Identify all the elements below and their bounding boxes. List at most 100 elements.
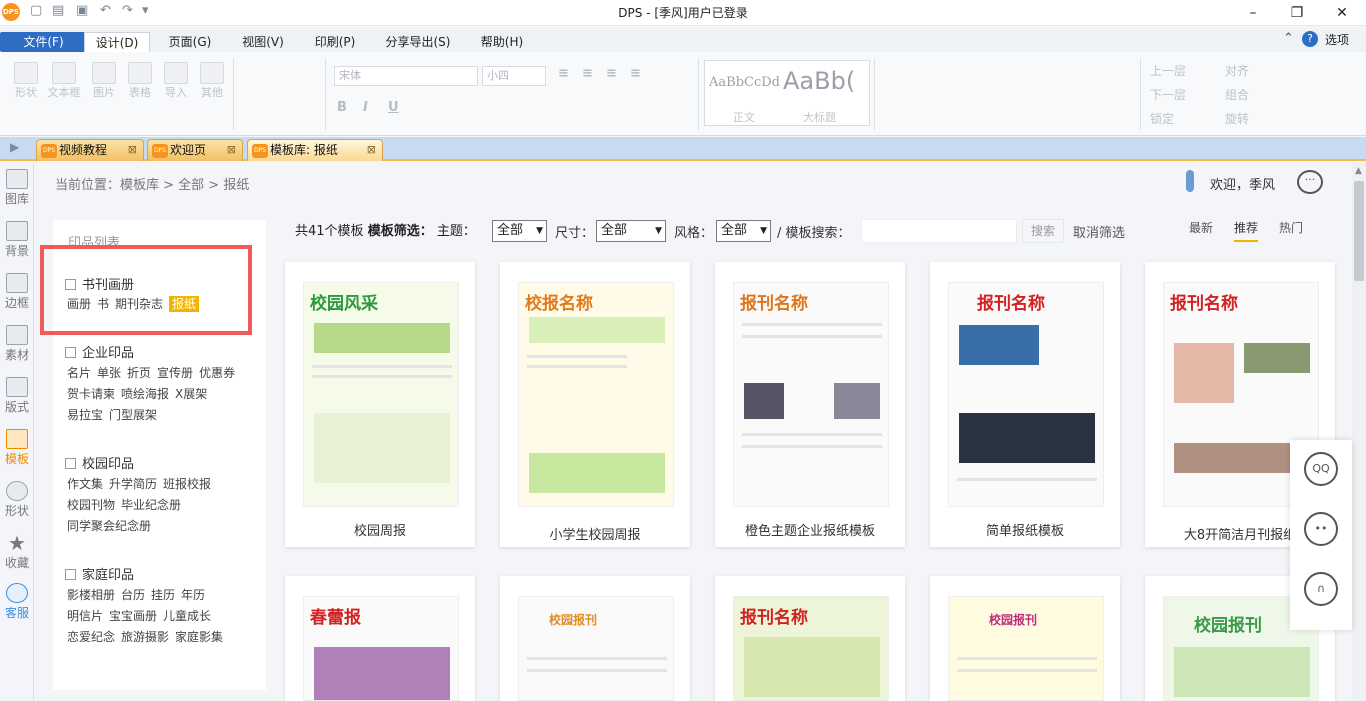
font-size-select[interactable]: 小四	[482, 66, 546, 86]
maximize-icon[interactable]: ❐	[1282, 2, 1312, 24]
category-item[interactable]: 家庭影集	[175, 630, 223, 644]
category-item[interactable]: 贺卡请柬	[67, 387, 115, 401]
align-right-icon[interactable]: ≡	[606, 66, 617, 81]
menu-view[interactable]: 视图(V)	[233, 32, 293, 52]
category-item[interactable]: 年历	[181, 588, 205, 602]
category-item[interactable]: 儿童成长	[163, 609, 211, 623]
image-tool[interactable]: 图片	[86, 62, 122, 100]
sidebar-item-gallery[interactable]: 图库	[0, 169, 34, 207]
template-card[interactable]: 报刊名称 简单报纸模板	[930, 262, 1120, 547]
tab-template-newspaper[interactable]: DPS 模板库: 报纸 ⊠	[247, 139, 383, 161]
style-gallery[interactable]: AaBbCcDd AaBb( 正文 大标题	[704, 60, 870, 126]
sidebar-item-customer-service[interactable]: 客服	[0, 583, 34, 621]
category-item[interactable]: 升学简历	[109, 477, 157, 491]
sidebar-item-background[interactable]: 背景	[0, 221, 34, 259]
tab-welcome[interactable]: DPS 欢迎页 ⊠	[147, 139, 243, 161]
sort-recommended[interactable]: 推荐	[1234, 219, 1259, 242]
menu-page[interactable]: 页面(G)	[160, 32, 220, 52]
justify-icon[interactable]: ≡	[630, 66, 641, 81]
vertical-scrollbar[interactable]: ▲	[1352, 163, 1366, 701]
template-card[interactable]: 校园风采 校园周报	[285, 262, 475, 547]
font-name-select[interactable]: 宋体	[334, 66, 478, 86]
group-button[interactable]: 组合	[1225, 86, 1249, 103]
category-item[interactable]: 宝宝画册	[109, 609, 157, 623]
template-card[interactable]: 校园报刊	[500, 576, 690, 701]
bold-button[interactable]: B	[337, 100, 347, 115]
category-item[interactable]: 宣传册	[157, 366, 193, 380]
textbox-tool[interactable]: 文本框	[44, 62, 84, 100]
tab-close-icon[interactable]: ⊠	[367, 140, 376, 160]
menu-file[interactable]: 文件(F)	[0, 32, 87, 52]
style-select[interactable]: 全部 ▼	[716, 220, 771, 242]
category-item[interactable]: 单张	[97, 366, 121, 380]
category-item[interactable]: 易拉宝	[67, 408, 103, 422]
sort-newest[interactable]: 最新	[1189, 219, 1213, 236]
sidebar-item-shape[interactable]: 形状	[0, 481, 34, 519]
qq-icon[interactable]: QQ	[1304, 452, 1338, 486]
category-item[interactable]: 旅游摄影	[121, 630, 169, 644]
category-item[interactable]: 明信片	[67, 609, 103, 623]
other-tool[interactable]: 其他	[194, 62, 230, 100]
sidebar-item-layout[interactable]: 版式	[0, 377, 34, 415]
template-card[interactable]: 报刊名称	[715, 576, 905, 701]
menu-share-export[interactable]: 分享导出(S)	[378, 32, 458, 52]
table-tool[interactable]: 表格	[122, 62, 158, 100]
category-item[interactable]: 同学聚会纪念册	[67, 519, 151, 533]
message-bubble-icon[interactable]: ···	[1297, 170, 1323, 194]
import-tool[interactable]: 导入	[158, 62, 194, 100]
category-item[interactable]: 校园刊物	[67, 498, 115, 512]
underline-button[interactable]: U	[388, 100, 399, 115]
help-icon[interactable]: ?	[1302, 31, 1318, 47]
customer-service-headset-icon[interactable]: ∩	[1304, 572, 1338, 606]
collapse-ribbon-icon[interactable]: ⌃	[1283, 31, 1294, 46]
category-item[interactable]: 门型展架	[109, 408, 157, 422]
close-icon[interactable]: ✕	[1327, 2, 1357, 24]
template-card[interactable]: 报刊名称 橙色主题企业报纸模板	[715, 262, 905, 547]
send-backward-button[interactable]: 下一层	[1150, 86, 1186, 103]
menu-help[interactable]: 帮助(H)	[472, 32, 532, 52]
template-search-input[interactable]	[861, 219, 1017, 243]
tab-scroll-arrow-icon[interactable]: ▶	[10, 140, 19, 154]
template-card[interactable]: 校报名称 小学生校园周报	[500, 262, 690, 547]
category-item[interactable]: 毕业纪念册	[121, 498, 181, 512]
cancel-filter-link[interactable]: 取消筛选	[1073, 222, 1125, 241]
category-item[interactable]: 优惠券	[199, 366, 235, 380]
tab-video-tutorial[interactable]: DPS 视频教程 ⊠	[36, 139, 144, 161]
wechat-icon[interactable]: ••	[1304, 512, 1338, 546]
italic-button[interactable]: I	[363, 100, 368, 115]
scrollbar-thumb[interactable]	[1354, 181, 1364, 281]
menu-design[interactable]: 设计(D)	[84, 32, 150, 52]
category-item[interactable]: 恋爱纪念	[67, 630, 115, 644]
sort-popular[interactable]: 热门	[1279, 219, 1303, 236]
align-center-icon[interactable]: ≡	[582, 66, 593, 81]
size-select[interactable]: 全部 ▼	[596, 220, 666, 242]
sidebar-item-favorites[interactable]: ★ 收藏	[0, 533, 34, 571]
sidebar-item-border[interactable]: 边框	[0, 273, 34, 311]
template-card[interactable]: 春蕾报	[285, 576, 475, 701]
search-button[interactable]: 搜索	[1022, 219, 1064, 243]
options-menu[interactable]: 选项	[1325, 31, 1349, 48]
category-item[interactable]: 班报校报	[163, 477, 211, 491]
category-item[interactable]: 影楼相册	[67, 588, 115, 602]
style-heading-preview[interactable]: AaBb(	[783, 67, 869, 95]
category-item[interactable]: 挂历	[151, 588, 175, 602]
category-item[interactable]: 台历	[121, 588, 145, 602]
align-button[interactable]: 对齐	[1225, 62, 1249, 79]
shape-tool[interactable]: 形状	[8, 62, 44, 100]
align-left-icon[interactable]: ≡	[558, 66, 569, 81]
category-item[interactable]: 名片	[67, 366, 91, 380]
category-item[interactable]: 喷绘海报	[121, 387, 169, 401]
bring-forward-button[interactable]: 上一层	[1150, 62, 1186, 79]
scroll-up-arrow-icon[interactable]: ▲	[1355, 166, 1362, 176]
menu-print[interactable]: 印刷(P)	[305, 32, 365, 52]
tab-close-icon[interactable]: ⊠	[227, 140, 236, 160]
lock-button[interactable]: 锁定	[1150, 110, 1174, 127]
sidebar-item-template[interactable]: 模板	[0, 429, 34, 467]
tab-close-icon[interactable]: ⊠	[128, 140, 137, 160]
category-item[interactable]: 折页	[127, 366, 151, 380]
template-card[interactable]: 校园报刊	[930, 576, 1120, 701]
minimize-icon[interactable]: –	[1238, 2, 1268, 24]
sidebar-item-material[interactable]: 素材	[0, 325, 34, 363]
style-normal-preview[interactable]: AaBbCcDd	[709, 75, 780, 90]
category-item[interactable]: 作文集	[67, 477, 103, 491]
